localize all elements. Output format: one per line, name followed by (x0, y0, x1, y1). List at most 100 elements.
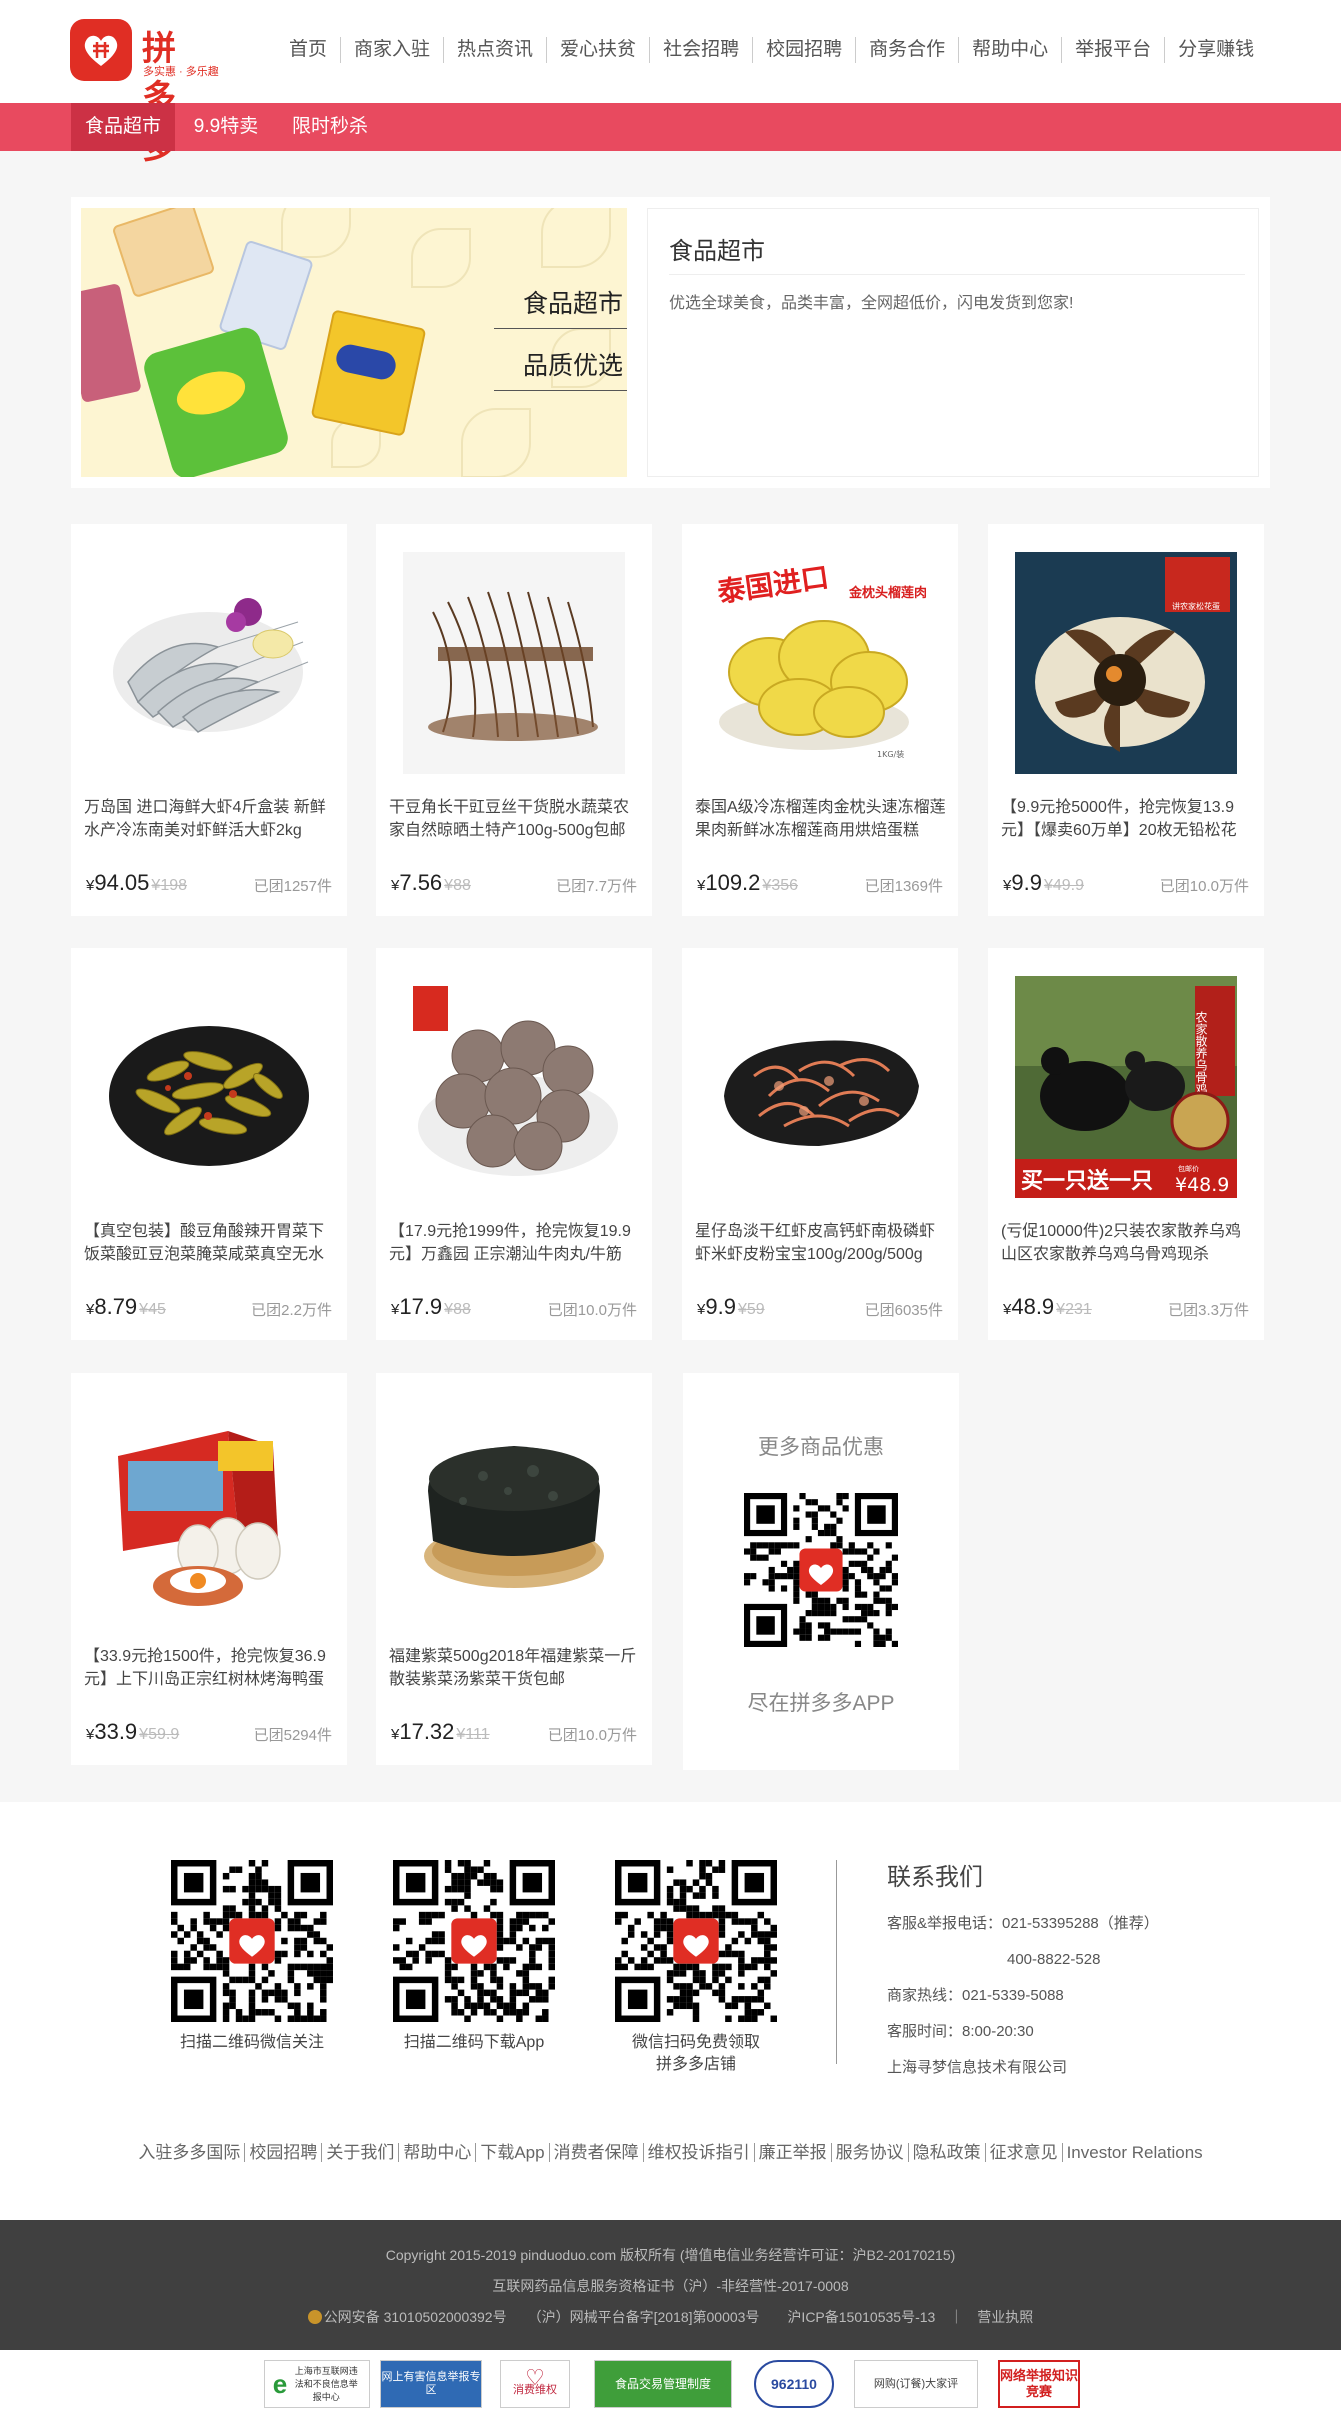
link-integrity[interactable]: 廉正举报 (753, 2143, 831, 2162)
nav-home[interactable]: 首页 (276, 37, 340, 63)
banner-caption: 食品超市 品质优选 (489, 278, 627, 400)
nav-report[interactable]: 举报平台 (1061, 37, 1164, 63)
product-original-price: ¥356 (762, 877, 799, 894)
badge-consumer-rights[interactable]: ♡ 消费维权 (500, 2360, 570, 2408)
product-card[interactable]: 福建紫菜500g2018年福建紫菜一斤散装紫菜汤紫菜干货包邮 ¥17.32 ¥11… (376, 1373, 652, 1765)
product-image-dried-shrimp[interactable] (709, 976, 931, 1198)
product-card[interactable]: 万岛国 进口海鲜大虾4斤盒装 新鲜水产冷冻南美对虾鲜活大虾2kg ¥94.05 ¥… (71, 524, 347, 916)
product-price: ¥8.79 ¥45 (86, 1294, 166, 1319)
link-global[interactable]: 入驻多多国际 (134, 2143, 244, 2162)
link-help[interactable]: 帮助中心 (398, 2143, 476, 2162)
product-title[interactable]: 【17.9元抢1999件，抢完恢复19.9元】万鑫园 正宗潮汕牛肉丸/牛筋 (389, 1220, 641, 1266)
product-image-durian[interactable]: 泰国进口 金枕头榴莲肉 1KG/装 (709, 552, 931, 774)
link-consumer[interactable]: 消费者保障 (548, 2143, 643, 2162)
product-card[interactable]: 【真空包装】酸豆角酸辣开胃菜下饭菜酸豇豆泡菜腌菜咸菜真空无水 ¥8.79 ¥45 … (71, 948, 347, 1340)
product-image-preserved-egg[interactable]: 讲农家松花蛋 (1015, 552, 1237, 774)
product-sold-count: 已团10.0万件 (547, 1302, 637, 1319)
product-price: ¥17.32 ¥111 (391, 1719, 490, 1744)
product-sold-count: 已团1257件 (253, 878, 332, 895)
banner-title: 食品超市 (669, 238, 765, 265)
nav-share-earn[interactable]: 分享赚钱 (1164, 37, 1267, 63)
contact-line: 客服时间：8:00-20:30 (887, 2023, 1034, 2040)
nav-social-hiring[interactable]: 社会招聘 (649, 37, 752, 63)
banner-image: 食品超市 品质优选 (81, 208, 627, 477)
product-original-price: ¥59 (737, 1301, 765, 1318)
nav-campus-hiring[interactable]: 校园招聘 (752, 37, 855, 63)
link-download[interactable]: 下载App (475, 2143, 549, 2162)
product-title[interactable]: 干豆角长干豇豆丝干货脱水蔬菜农家自然晾晒土特产100g-500g包邮 (389, 796, 641, 842)
product-card[interactable]: 【17.9元抢1999件，抢完恢复19.9元】万鑫园 正宗潮汕牛肉丸/牛筋 ¥1… (376, 948, 652, 1340)
product-title[interactable]: 【33.9元抢1500件，抢完恢复36.9元】上下川岛正宗红树林烤海鸭蛋 (84, 1645, 336, 1691)
product-original-price: ¥59.9 (139, 1726, 180, 1743)
records[interactable]: 公网安备 31010502000392号 （沪）网械平台备字[2018]第000… (0, 2307, 1341, 2327)
product-card[interactable]: 干豆角长干豇豆丝干货脱水蔬菜农家自然晾晒土特产100g-500g包邮 ¥7.56… (376, 524, 652, 916)
badge-harmful-info[interactable]: 网上有害信息举报专区 (380, 2360, 482, 2408)
link-service[interactable]: 服务协议 (830, 2143, 908, 2162)
badge-962110[interactable]: 962110 (754, 2360, 834, 2408)
product-price: ¥9.9 ¥59 (697, 1294, 765, 1319)
product-sold-count: 已团7.7万件 (556, 878, 637, 895)
qr-code-icon (171, 1860, 333, 2022)
product-image-duck-eggs[interactable] (98, 1401, 320, 1623)
product-title[interactable]: 星仔岛淡干红虾皮高钙虾南极磷虾虾米虾皮粉宝宝100g/200g/500g (695, 1220, 947, 1266)
tab-9-9-sale[interactable]: 9.9特卖 (180, 103, 272, 151)
nav-merchant-join[interactable]: 商家入驻 (340, 37, 443, 63)
product-card[interactable]: 泰国进口 金枕头榴莲肉 1KG/装 泰国A级冷冻榴莲肉金枕头速冻榴莲果肉新鲜冰冻… (682, 524, 958, 916)
link-feedback[interactable]: 征求意见 (984, 2143, 1062, 2162)
link-investor[interactable]: Investor Relations (1061, 2143, 1207, 2162)
product-image-seaweed[interactable] (403, 1401, 625, 1623)
link-privacy[interactable]: 隐私政策 (907, 2143, 985, 2162)
product-image-pickled-beans[interactable] (98, 976, 320, 1198)
product-title[interactable]: (亏促10000件)2只装农家散养乌鸡山区农家散养乌鸡乌骨鸡现杀 (1001, 1220, 1253, 1266)
product-card[interactable]: 【33.9元抢1500件，抢完恢复36.9元】上下川岛正宗红树林烤海鸭蛋 ¥33… (71, 1373, 347, 1765)
product-title[interactable]: 【9.9元抢5000件，抢完恢复13.9元】【爆卖60万单】20枚无铅松花 (1001, 796, 1253, 842)
badge-shanghai-report[interactable]: e 上海市互联网违法和不良信息举报中心 (264, 2360, 370, 2408)
nav-news[interactable]: 热点资讯 (443, 37, 546, 63)
product-image-shrimp[interactable] (98, 552, 320, 774)
contact-us: 联系我们 客服&举报电话：021-53395288（推荐） 400-8822-5… (887, 1857, 1159, 2086)
link-complaint[interactable]: 维权投诉指引 (642, 2143, 754, 2162)
product-sold-count: 已团10.0万件 (547, 1727, 637, 1744)
product-image-black-chicken[interactable]: 农家散养乌骨鸡 买一只送一只 包邮价 ¥48.9 (1015, 976, 1237, 1198)
link-campus[interactable]: 校园招聘 (244, 2143, 322, 2162)
banner-separator (669, 274, 1245, 275)
qr-free-store: 微信扫码免费领取 拼多多店铺 (596, 1860, 796, 2076)
qr-caption: 微信扫码免费领取 拼多多店铺 (631, 2034, 760, 2073)
product-title[interactable]: 【真空包装】酸豆角酸辣开胃菜下饭菜酸豇豆泡菜腌菜咸菜真空无水 (84, 1220, 336, 1266)
qr-wechat-follow: 扫描二维码微信关注 (152, 1860, 352, 2054)
product-title[interactable]: 万岛国 进口海鲜大虾4斤盒装 新鲜水产冷冻南美对虾鲜活大虾2kg (84, 796, 336, 842)
badge-food-trade[interactable]: 食品交易管理制度 (594, 2360, 732, 2408)
contact-title: 联系我们 (887, 1864, 983, 1891)
link-about[interactable]: 关于我们 (321, 2143, 399, 2162)
top-nav: 首页 商家入驻 热点资讯 爱心扶贫 社会招聘 校园招聘 商务合作 帮助中心 举报… (276, 37, 1267, 63)
product-image-dried-beans[interactable] (403, 552, 625, 774)
tab-flash-sale[interactable]: 限时秒杀 (280, 103, 380, 151)
product-card[interactable]: 农家散养乌骨鸡 买一只送一只 包邮价 ¥48.9 (亏促10000件)2只装农家… (988, 948, 1264, 1340)
certification-badges: e 上海市互联网违法和不良信息举报中心 网上有害信息举报专区 ♡ 消费维权 食品交易… (0, 2350, 1341, 2421)
product-title[interactable]: 福建紫菜500g2018年福建紫菜一斤散装紫菜汤紫菜干货包邮 (389, 1645, 641, 1691)
police-badge-icon (307, 2310, 322, 2324)
product-original-price: ¥88 (444, 877, 471, 894)
footer-top: 扫描二维码微信关注 扫描二维码下载App 微信扫码免费领取 拼多多店铺 联系我们 … (0, 1802, 1341, 2220)
badge-report-contest[interactable]: 网络举报知识竞赛 (998, 2360, 1080, 2408)
product-original-price: ¥88 (444, 1301, 471, 1318)
product-image-beef-balls[interactable] (403, 976, 625, 1198)
product-card[interactable]: 讲农家松花蛋 【9.9元抢5000件，抢完恢复13.9元】【爆卖60万单】20枚… (988, 524, 1264, 916)
tab-food-market[interactable]: 食品超市 (71, 103, 175, 151)
product-sold-count: 已团5294件 (253, 1727, 332, 1744)
nav-help[interactable]: 帮助中心 (958, 37, 1061, 63)
qr-caption: 扫描二维码微信关注 (179, 2034, 324, 2051)
qr-download-app: 扫描二维码下载App (374, 1860, 574, 2054)
nav-business[interactable]: 商务合作 (855, 37, 958, 63)
nav-poverty-aid[interactable]: 爱心扶贫 (546, 37, 649, 63)
chicken-promo-text: 买一只送一只 (1021, 1168, 1153, 1194)
product-card[interactable]: 星仔岛淡干红虾皮高钙虾南极磷虾虾米虾皮粉宝宝100g/200g/500g ¥9.… (682, 948, 958, 1340)
app-promo-card: 更多商品优惠 尽在拼多多APP (683, 1373, 959, 1770)
logo[interactable]: 拼多多 多实惠 · 多乐趣 (70, 19, 219, 167)
badge-review[interactable]: 网购(订餐)大家评 (854, 2360, 978, 2408)
product-price: ¥7.56 ¥88 (391, 870, 471, 895)
contact-line: 400-8822-528 (1007, 1951, 1101, 1968)
durian-label-text: 金枕头榴莲肉 (848, 585, 927, 601)
product-original-price: ¥45 (139, 1301, 166, 1318)
product-title[interactable]: 泰国A级冷冻榴莲肉金枕头速冻榴莲果肉新鲜冰冻榴莲商用烘焙蛋糕 (695, 796, 947, 842)
